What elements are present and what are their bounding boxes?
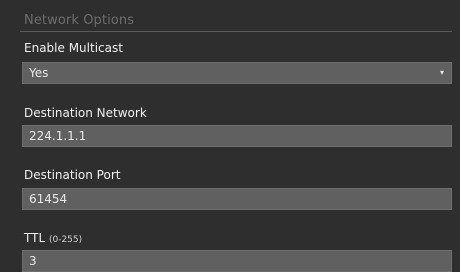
- destination-network-label: Destination Network: [24, 106, 147, 120]
- chevron-down-icon: ▾: [439, 68, 444, 77]
- destination-network-input[interactable]: 224.1.1.1: [22, 125, 452, 147]
- network-options-panel: Network Options Enable Multicast Yes ▾ D…: [14, 0, 454, 272]
- destination-port-input[interactable]: 61454: [22, 188, 452, 210]
- ttl-range-hint: (0-255): [48, 235, 83, 245]
- section-title: Network Options: [24, 13, 135, 28]
- ttl-label-text: TTL: [24, 231, 46, 245]
- enable-multicast-value: Yes: [29, 66, 49, 80]
- enable-multicast-label: Enable Multicast: [24, 41, 123, 55]
- enable-multicast-select[interactable]: Yes ▾: [22, 62, 452, 84]
- section-divider: [20, 31, 452, 32]
- ttl-input[interactable]: 3: [22, 250, 452, 272]
- destination-port-label: Destination Port: [24, 168, 121, 182]
- ttl-label: TTL (0-255): [24, 231, 82, 245]
